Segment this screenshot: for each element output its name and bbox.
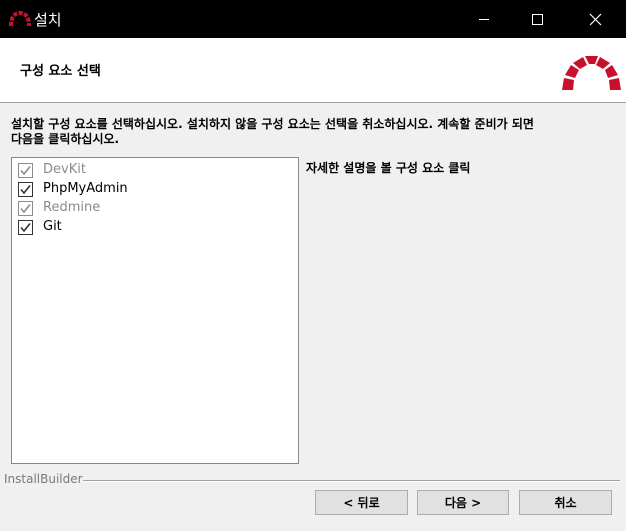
component-item-devkit[interactable]: DevKit (18, 161, 288, 180)
checkbox-git[interactable] (18, 220, 33, 235)
maximize-button[interactable] (511, 0, 565, 38)
cancel-button[interactable]: 취소 (519, 490, 612, 515)
checkbox-redmine[interactable] (18, 201, 33, 216)
back-button[interactable]: < 뒤로 (315, 490, 408, 515)
component-list[interactable]: DevKit PhpMyAdmin Redmine Git (11, 157, 299, 464)
component-label: Redmine (43, 200, 101, 215)
component-label: DevKit (43, 162, 86, 177)
instruction-line-2: 다음을 클릭하십시오. (11, 132, 120, 146)
component-item-phpmyadmin[interactable]: PhpMyAdmin (18, 180, 288, 199)
checkmark-icon (20, 185, 31, 195)
footer-divider (82, 480, 620, 482)
checkmark-icon (20, 204, 31, 214)
instruction-line-1: 설치할 구성 요소를 선택하십시오. 설치하지 않을 구성 요소는 선택을 취소… (11, 117, 534, 131)
maximize-icon (532, 14, 543, 25)
checkbox-phpmyadmin[interactable] (18, 182, 33, 197)
redmine-logo-icon (560, 50, 622, 92)
close-button[interactable] (572, 0, 626, 38)
redmine-logo-icon (9, 10, 31, 28)
wizard-header: 구성 요소 선택 (0, 38, 626, 103)
next-button[interactable]: 다음 > (417, 490, 509, 515)
component-item-redmine[interactable]: Redmine (18, 199, 288, 218)
minimize-button[interactable] (457, 0, 511, 38)
component-label: PhpMyAdmin (43, 181, 128, 196)
component-label: Git (43, 219, 62, 234)
page-title: 구성 요소 선택 (20, 64, 101, 79)
minimize-icon (479, 19, 489, 20)
component-item-git[interactable]: Git (18, 218, 288, 237)
installbuilder-brand: InstallBuilder (4, 472, 83, 486)
window-title: 설치 (34, 11, 62, 29)
checkbox-devkit[interactable] (18, 163, 33, 178)
checkmark-icon (20, 223, 31, 233)
component-description: 자세한 설명을 볼 구성 요소 클릭 (306, 161, 471, 175)
title-bar[interactable]: 설치 (0, 0, 626, 38)
close-icon (589, 13, 602, 26)
instruction-text: 설치할 구성 요소를 선택하십시오. 설치하지 않을 구성 요소는 선택을 취소… (11, 117, 611, 147)
checkmark-icon (20, 166, 31, 176)
